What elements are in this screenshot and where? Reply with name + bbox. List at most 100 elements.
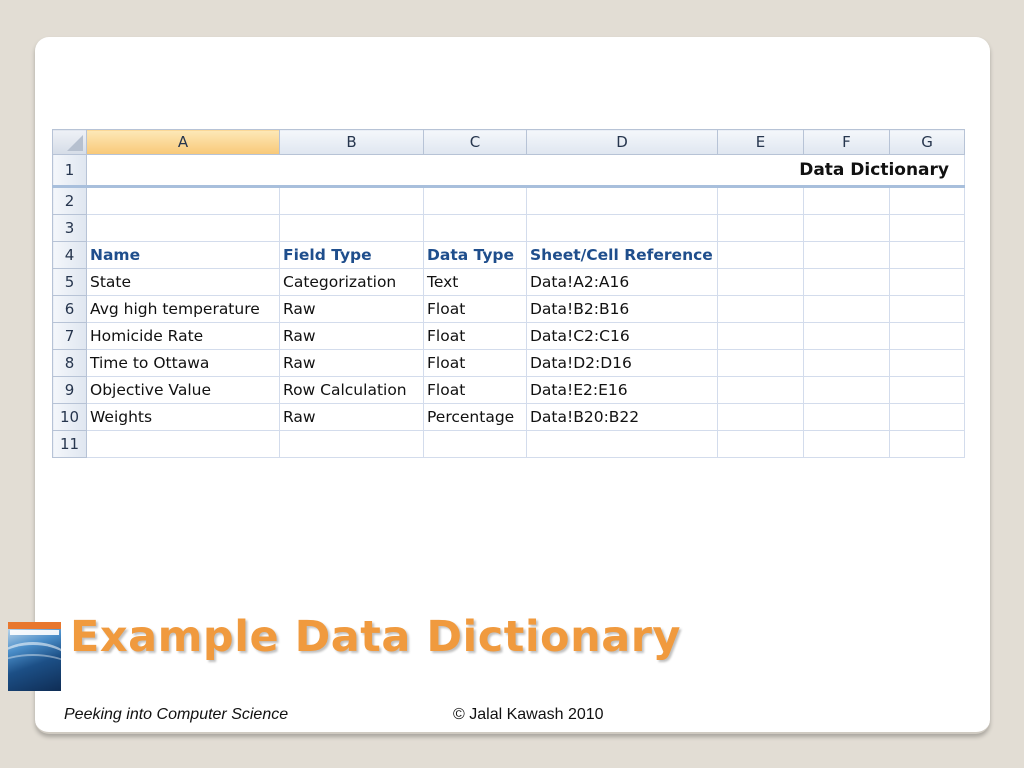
- column-header-b[interactable]: B: [279, 129, 424, 155]
- column-header-f[interactable]: F: [803, 129, 890, 155]
- cell[interactable]: Raw: [279, 403, 424, 431]
- spreadsheet[interactable]: A B C D E F G 1 Data Dictionary 2 3 4 Na…: [52, 129, 965, 458]
- cell[interactable]: [717, 214, 804, 242]
- header-cell-reference[interactable]: Sheet/Cell Reference: [526, 241, 718, 269]
- cell[interactable]: [803, 295, 890, 323]
- cell[interactable]: [889, 322, 965, 350]
- cell[interactable]: Data!E2:E16: [526, 376, 718, 404]
- cell[interactable]: Row Calculation: [279, 376, 424, 404]
- cell[interactable]: [803, 186, 890, 215]
- table-row: 11: [52, 430, 965, 458]
- table-row: 10 Weights Raw Percentage Data!B20:B22: [52, 403, 965, 431]
- table-row: 9 Objective Value Row Calculation Float …: [52, 376, 965, 404]
- header-cell-name[interactable]: Name: [86, 241, 280, 269]
- cell[interactable]: Text: [423, 268, 527, 296]
- cell[interactable]: [423, 430, 527, 458]
- cell[interactable]: Raw: [279, 349, 424, 377]
- cell[interactable]: [889, 186, 965, 215]
- cell[interactable]: [803, 349, 890, 377]
- cell[interactable]: [889, 241, 965, 269]
- cell[interactable]: Time to Ottawa: [86, 349, 280, 377]
- cell[interactable]: [803, 403, 890, 431]
- cell[interactable]: Objective Value: [86, 376, 280, 404]
- cell[interactable]: Data!A2:A16: [526, 268, 718, 296]
- slide-title: Example Data Dictionary: [70, 612, 681, 662]
- cell[interactable]: Avg high temperature: [86, 295, 280, 323]
- cell[interactable]: [889, 295, 965, 323]
- cell[interactable]: [526, 186, 718, 215]
- cell[interactable]: [717, 430, 804, 458]
- row-header[interactable]: 6: [52, 295, 87, 323]
- column-header-e[interactable]: E: [717, 129, 804, 155]
- cell[interactable]: [86, 214, 280, 242]
- row-header[interactable]: 10: [52, 403, 87, 431]
- cell[interactable]: [717, 349, 804, 377]
- cell[interactable]: [803, 376, 890, 404]
- cell[interactable]: [717, 376, 804, 404]
- row-header[interactable]: 11: [52, 430, 87, 458]
- cell[interactable]: [717, 295, 804, 323]
- cell[interactable]: [717, 186, 804, 215]
- cell[interactable]: [526, 430, 718, 458]
- row-header[interactable]: 8: [52, 349, 87, 377]
- row-header[interactable]: 2: [52, 186, 87, 215]
- row-header[interactable]: 1: [52, 154, 87, 188]
- cell[interactable]: Data!B2:B16: [526, 295, 718, 323]
- cell[interactable]: [803, 241, 890, 269]
- column-header-a[interactable]: A: [86, 129, 280, 155]
- cell[interactable]: State: [86, 268, 280, 296]
- cell[interactable]: Raw: [279, 295, 424, 323]
- select-all-corner[interactable]: [52, 129, 87, 155]
- cell[interactable]: [889, 268, 965, 296]
- cell[interactable]: [889, 214, 965, 242]
- cell[interactable]: Float: [423, 376, 527, 404]
- cell[interactable]: [86, 430, 280, 458]
- cell[interactable]: [279, 430, 424, 458]
- cell[interactable]: [279, 186, 424, 215]
- cell[interactable]: [423, 186, 527, 215]
- cell[interactable]: [889, 376, 965, 404]
- cell[interactable]: Weights: [86, 403, 280, 431]
- column-header-g[interactable]: G: [889, 129, 965, 155]
- book-cover-icon: [8, 622, 61, 691]
- cell[interactable]: [526, 214, 718, 242]
- cell[interactable]: Float: [423, 295, 527, 323]
- cell[interactable]: Homicide Rate: [86, 322, 280, 350]
- column-header-c[interactable]: C: [423, 129, 527, 155]
- row-header[interactable]: 9: [52, 376, 87, 404]
- book-cover-arc: [8, 654, 61, 691]
- header-cell-field-type[interactable]: Field Type: [279, 241, 424, 269]
- cell[interactable]: Percentage: [423, 403, 527, 431]
- column-header-row: A B C D E F G: [52, 129, 965, 155]
- cell[interactable]: [803, 268, 890, 296]
- table-row: 5 State Categorization Text Data!A2:A16: [52, 268, 965, 296]
- cell[interactable]: [717, 268, 804, 296]
- cell[interactable]: [803, 430, 890, 458]
- row-header[interactable]: 3: [52, 214, 87, 242]
- row-header[interactable]: 7: [52, 322, 87, 350]
- cell[interactable]: Data!B20:B22: [526, 403, 718, 431]
- cell[interactable]: Data!D2:D16: [526, 349, 718, 377]
- table-row: 6 Avg high temperature Raw Float Data!B2…: [52, 295, 965, 323]
- cell[interactable]: [889, 349, 965, 377]
- cell[interactable]: Data!C2:C16: [526, 322, 718, 350]
- cell[interactable]: Float: [423, 322, 527, 350]
- column-header-d[interactable]: D: [526, 129, 718, 155]
- cell[interactable]: [279, 214, 424, 242]
- cell[interactable]: [889, 430, 965, 458]
- cell[interactable]: [717, 241, 804, 269]
- cell[interactable]: Raw: [279, 322, 424, 350]
- cell[interactable]: [803, 322, 890, 350]
- cell[interactable]: [717, 322, 804, 350]
- header-cell-data-type[interactable]: Data Type: [423, 241, 527, 269]
- cell[interactable]: [423, 214, 527, 242]
- cell[interactable]: [803, 214, 890, 242]
- data-dictionary-banner[interactable]: Data Dictionary: [86, 154, 965, 188]
- cell[interactable]: Float: [423, 349, 527, 377]
- row-header[interactable]: 5: [52, 268, 87, 296]
- cell[interactable]: Categorization: [279, 268, 424, 296]
- cell[interactable]: [86, 186, 280, 215]
- cell[interactable]: [717, 403, 804, 431]
- row-header[interactable]: 4: [52, 241, 87, 269]
- cell[interactable]: [889, 403, 965, 431]
